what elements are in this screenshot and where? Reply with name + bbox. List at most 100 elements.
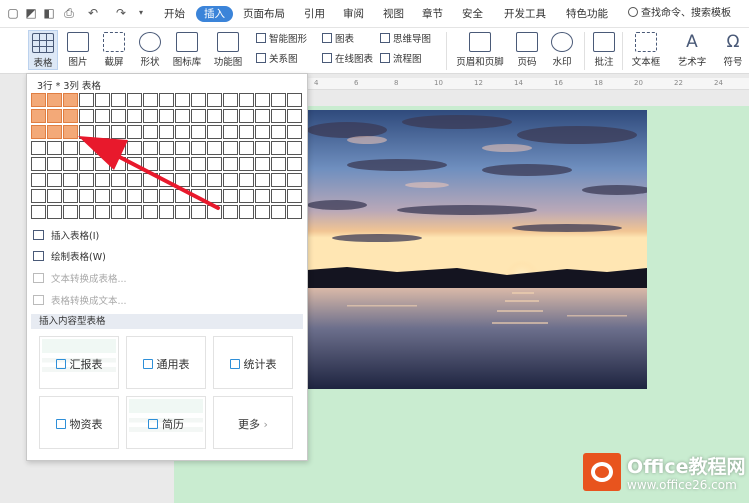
grid-cell[interactable] <box>127 189 142 203</box>
grid-cell[interactable] <box>239 141 254 155</box>
grid-cell[interactable] <box>191 109 206 123</box>
grid-cell[interactable] <box>191 141 206 155</box>
tab-developer[interactable]: 开发工具 <box>500 6 550 22</box>
grid-cell[interactable] <box>79 125 94 139</box>
grid-cell[interactable] <box>127 205 142 219</box>
insert-table-item[interactable]: 插入表格(I) <box>33 228 99 246</box>
materials-table-card[interactable]: 物资表 <box>39 396 119 449</box>
redo-icon[interactable]: ↷ <box>114 6 128 20</box>
grid-cell[interactable] <box>207 125 222 139</box>
tab-security[interactable]: 安全 <box>458 6 487 22</box>
header-footer-button[interactable]: 页眉和页脚 <box>452 30 508 68</box>
grid-cell[interactable] <box>223 173 238 187</box>
grid-cell[interactable] <box>191 93 206 107</box>
grid-cell[interactable] <box>207 157 222 171</box>
tab-review[interactable]: 审阅 <box>339 6 368 22</box>
grid-cell[interactable] <box>111 189 126 203</box>
grid-cell[interactable] <box>95 125 110 139</box>
grid-cell[interactable] <box>239 157 254 171</box>
general-table-card[interactable]: 通用表 <box>126 336 206 389</box>
grid-cell[interactable] <box>175 141 190 155</box>
grid-cell[interactable] <box>287 93 302 107</box>
grid-cell[interactable] <box>271 125 286 139</box>
icon-library-button[interactable]: 图标库 <box>171 30 203 68</box>
symbol-button[interactable]: Ω 符号 <box>718 30 748 68</box>
grid-cell[interactable] <box>175 157 190 171</box>
table-size-grid[interactable] <box>31 93 306 221</box>
print-preview-icon[interactable]: ◧ <box>42 6 56 20</box>
grid-cell[interactable] <box>191 157 206 171</box>
grid-cell[interactable] <box>79 93 94 107</box>
grid-cell[interactable] <box>47 141 62 155</box>
sunset-lake-photo[interactable] <box>307 110 647 389</box>
grid-cell[interactable] <box>143 125 158 139</box>
grid-cell[interactable] <box>79 205 94 219</box>
grid-cell[interactable] <box>127 125 142 139</box>
grid-cell[interactable] <box>255 205 270 219</box>
grid-cell[interactable] <box>255 93 270 107</box>
grid-cell[interactable] <box>175 205 190 219</box>
grid-cell[interactable] <box>223 189 238 203</box>
art-text-button[interactable]: A 艺术字 <box>672 30 712 68</box>
grid-cell[interactable] <box>95 157 110 171</box>
tab-insert[interactable]: 插入 <box>196 6 233 22</box>
tab-references[interactable]: 引用 <box>300 6 329 22</box>
grid-cell[interactable] <box>95 109 110 123</box>
textbox-button[interactable]: 文本框 <box>628 30 664 68</box>
grid-cell[interactable] <box>143 205 158 219</box>
resume-table-card[interactable]: 简历 <box>126 396 206 449</box>
grid-cell[interactable] <box>271 205 286 219</box>
grid-cell[interactable] <box>223 141 238 155</box>
grid-cell[interactable] <box>143 93 158 107</box>
chevron-down-icon[interactable]: ▾ <box>134 6 148 20</box>
grid-cell[interactable] <box>207 205 222 219</box>
grid-cell[interactable] <box>143 141 158 155</box>
save-icon[interactable]: ▢ <box>6 6 20 20</box>
grid-cell[interactable] <box>143 189 158 203</box>
grid-cell[interactable] <box>47 205 62 219</box>
mind-map-button[interactable]: 思维导图 <box>380 33 431 47</box>
tab-home[interactable]: 开始 <box>160 6 189 22</box>
grid-cell[interactable] <box>79 141 94 155</box>
grid-cell[interactable] <box>239 109 254 123</box>
grid-cell[interactable] <box>271 157 286 171</box>
grid-cell[interactable] <box>95 205 110 219</box>
grid-cell[interactable] <box>207 93 222 107</box>
function-chart-button[interactable]: 功能图 <box>210 30 246 68</box>
grid-cell[interactable] <box>159 157 174 171</box>
grid-cell[interactable] <box>47 125 62 139</box>
grid-cell[interactable] <box>191 189 206 203</box>
watermark-button[interactable]: 水印 <box>546 30 578 68</box>
grid-cell[interactable] <box>31 173 46 187</box>
grid-cell[interactable] <box>159 189 174 203</box>
grid-cell[interactable] <box>271 173 286 187</box>
report-table-card[interactable]: 汇报表 <box>39 336 119 389</box>
grid-cell[interactable] <box>63 109 78 123</box>
grid-cell[interactable] <box>127 93 142 107</box>
grid-cell[interactable] <box>159 141 174 155</box>
grid-cell[interactable] <box>223 157 238 171</box>
grid-cell[interactable] <box>63 93 78 107</box>
grid-cell[interactable] <box>127 173 142 187</box>
grid-cell[interactable] <box>31 205 46 219</box>
grid-cell[interactable] <box>31 141 46 155</box>
grid-cell[interactable] <box>239 125 254 139</box>
grid-cell[interactable] <box>175 109 190 123</box>
relation-chart-button[interactable]: 关系图 <box>256 53 298 67</box>
grid-cell[interactable] <box>111 125 126 139</box>
grid-cell[interactable] <box>223 125 238 139</box>
grid-cell[interactable] <box>271 109 286 123</box>
grid-cell[interactable] <box>143 157 158 171</box>
grid-cell[interactable] <box>159 109 174 123</box>
grid-cell[interactable] <box>31 93 46 107</box>
grid-cell[interactable] <box>239 173 254 187</box>
grid-cell[interactable] <box>207 109 222 123</box>
grid-cell[interactable] <box>95 141 110 155</box>
grid-cell[interactable] <box>271 93 286 107</box>
draw-table-item[interactable]: 绘制表格(W) <box>33 249 106 267</box>
grid-cell[interactable] <box>63 141 78 155</box>
statistics-table-card[interactable]: 统计表 <box>213 336 293 389</box>
grid-cell[interactable] <box>95 173 110 187</box>
grid-cell[interactable] <box>191 125 206 139</box>
picture-button[interactable]: 图片 <box>64 30 92 68</box>
